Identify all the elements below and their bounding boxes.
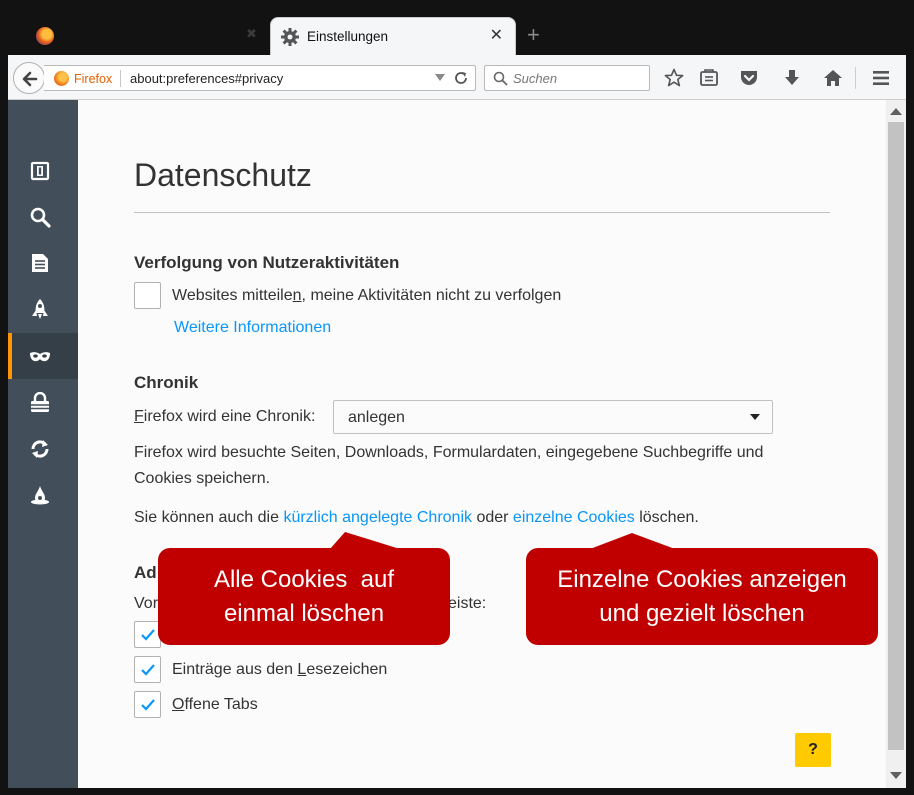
- locationbar-intro: Vor: [134, 595, 159, 612]
- bookmark-star-icon[interactable]: [664, 68, 684, 88]
- scroll-thumb[interactable]: [888, 122, 904, 750]
- toolbar-divider: [855, 67, 856, 89]
- scrollbar[interactable]: [886, 100, 906, 788]
- tab-firefox[interactable]: ✖: [8, 6, 274, 55]
- history-description: Firefox wird besuchte Seiten, Downloads,…: [134, 444, 764, 487]
- bookmarks-menu-icon[interactable]: [699, 68, 719, 88]
- advanced-icon: [31, 486, 49, 505]
- privacy-icon: [30, 352, 50, 362]
- scroll-up-icon[interactable]: [890, 108, 902, 115]
- category-general[interactable]: [8, 147, 78, 193]
- close-icon[interactable]: ✕: [490, 28, 503, 44]
- content-icon: [32, 254, 48, 272]
- category-security[interactable]: [8, 379, 78, 425]
- tab-strip: ✖ Einstellungen ✕ +: [0, 0, 914, 55]
- category-applications[interactable]: [8, 285, 78, 331]
- applications-icon: [32, 299, 48, 319]
- search-placeholder: Suchen: [513, 71, 558, 86]
- search-icon: [493, 71, 508, 86]
- suggest-bookmarks-label[interactable]: Einträge aus den Lesezeichen: [172, 661, 387, 679]
- history-mode-value: anlegen: [348, 409, 405, 426]
- category-search[interactable]: [8, 193, 78, 239]
- reload-icon[interactable]: [453, 70, 469, 86]
- history-clear-text: Sie können auch die kürzlich angelegte C…: [134, 509, 699, 526]
- firefox-identity-icon: [54, 71, 69, 86]
- category-content[interactable]: [8, 239, 78, 285]
- history-mode-label: Firefox wird eine Chronik:: [134, 408, 316, 425]
- page-title: Datenschutz: [134, 157, 312, 193]
- search-icon: [30, 207, 51, 228]
- sync-icon: [31, 440, 49, 458]
- back-arrow-icon: [22, 71, 38, 87]
- downloads-icon[interactable]: [782, 68, 802, 88]
- category-sync[interactable]: [8, 425, 78, 471]
- url-history-dropdown-icon[interactable]: [435, 74, 445, 81]
- callout-right-line1: Einzelne Cookies anzeigen: [557, 565, 847, 593]
- suggest-bookmarks-checkbox[interactable]: [134, 656, 161, 683]
- security-icon: [31, 392, 49, 412]
- history-heading: Chronik: [134, 373, 199, 392]
- callout-left-line1: Alle Cookies auf: [213, 565, 395, 593]
- checkmark-icon: [141, 699, 155, 711]
- checkmark-icon: [141, 664, 155, 676]
- title-divider: [134, 212, 830, 213]
- url-bar[interactable]: Firefox about:preferences#privacy: [44, 65, 476, 91]
- category-privacy[interactable]: [8, 333, 78, 379]
- chevron-down-icon: [750, 414, 760, 420]
- scroll-down-icon[interactable]: [890, 772, 902, 779]
- firefox-logo-icon: [36, 27, 54, 45]
- home-icon[interactable]: [823, 68, 843, 88]
- categories-sidebar: [8, 100, 78, 788]
- new-tab-button[interactable]: +: [527, 24, 540, 46]
- tab-close-icon[interactable]: ✖: [246, 27, 258, 40]
- window-frame-right: [906, 55, 914, 795]
- history-mode-select[interactable]: anlegen: [333, 400, 773, 434]
- back-button[interactable]: [13, 62, 45, 94]
- window-frame-bottom: [0, 788, 914, 795]
- nav-bar: Firefox about:preferences#privacy Suchen: [0, 55, 914, 100]
- callout-right-line2: und gezielt löschen: [599, 599, 805, 627]
- tracking-heading: Verfolgung von Nutzeraktivitäten: [134, 253, 400, 272]
- suggest-opentabs-label[interactable]: Offene Tabs: [172, 696, 258, 714]
- suggest-opentabs-checkbox[interactable]: [134, 691, 161, 718]
- locationbar-intro-tail: eiste:: [448, 595, 487, 612]
- general-icon: [30, 161, 50, 181]
- help-button[interactable]: ?: [795, 733, 831, 767]
- gear-icon: [281, 28, 299, 46]
- pocket-icon[interactable]: [739, 68, 759, 88]
- callout-individual-cookies: Einzelne Cookies anzeigen und gezielt lös…: [526, 548, 878, 645]
- window-frame-left: [0, 55, 8, 795]
- more-info-link[interactable]: Weitere Informationen: [174, 319, 331, 337]
- menu-icon[interactable]: [871, 68, 891, 88]
- clear-recent-history-link[interactable]: kürzlich angelegte Chronik: [283, 509, 472, 526]
- identity-separator: [120, 70, 122, 87]
- dnt-checkbox[interactable]: [134, 282, 161, 309]
- checkmark-icon: [141, 629, 155, 641]
- identity-label: Firefox: [74, 71, 113, 86]
- show-cookies-link[interactable]: einzelne Cookies: [513, 509, 635, 526]
- callout-left-line2: einmal löschen: [223, 599, 385, 627]
- tab-settings[interactable]: Einstellungen ✕: [270, 17, 516, 55]
- callout-clear-all-cookies: Alle Cookies auf einmal löschen: [158, 548, 450, 645]
- search-input[interactable]: Suchen: [484, 65, 650, 91]
- url-input[interactable]: about:preferences#privacy: [130, 71, 283, 86]
- privacy-pane: Datenschutz Verfolgung von Nutzeraktivit…: [78, 100, 886, 788]
- locationbar-heading: Ad: [134, 563, 157, 582]
- tab-title: Einstellungen: [307, 29, 389, 44]
- suggest-history-checkbox[interactable]: [134, 621, 161, 648]
- dnt-label[interactable]: Websites mitteilen, meine Aktivitäten ni…: [172, 287, 561, 305]
- category-advanced[interactable]: [8, 471, 78, 517]
- identity-box[interactable]: Firefox: [54, 70, 122, 87]
